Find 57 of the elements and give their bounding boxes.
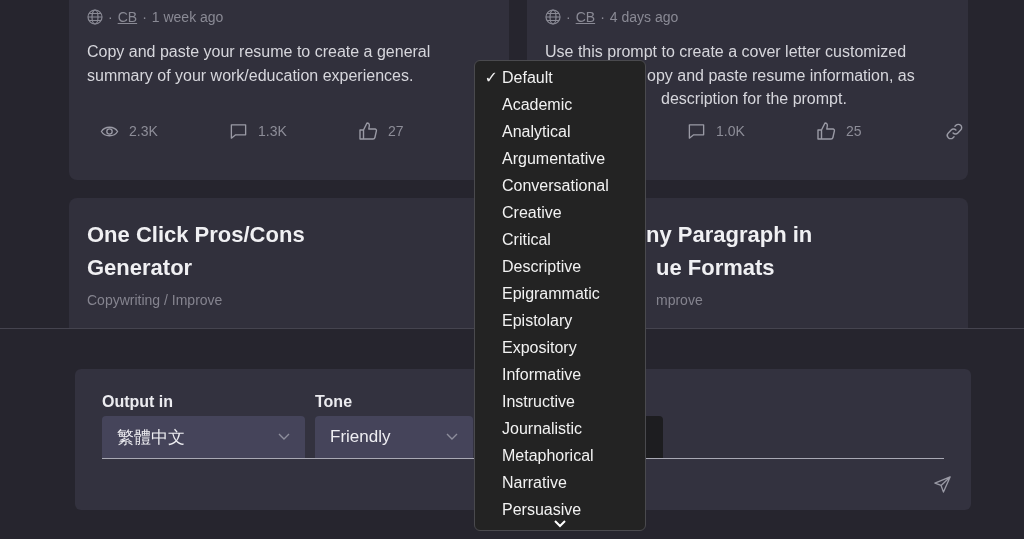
author-link[interactable]: CB xyxy=(117,9,138,25)
category-label: Copywriting / Improve xyxy=(87,292,224,308)
menu-item[interactable]: Epigrammatic xyxy=(475,280,645,307)
description-line: Use this prompt to create a cover letter customized xyxy=(545,42,907,62)
separator: · xyxy=(566,9,571,25)
author-link[interactable]: CB xyxy=(575,9,596,25)
menu-item[interactable]: Persuasive xyxy=(475,496,645,523)
chevron-down-icon[interactable] xyxy=(554,520,566,528)
globe-icon xyxy=(87,9,103,25)
post-time: 1 week ago xyxy=(151,9,224,25)
thumbs-up-icon[interactable] xyxy=(358,121,378,141)
chevron-down-icon xyxy=(446,433,458,441)
globe-icon xyxy=(545,9,561,25)
card-title-line: ny Paragraph in xyxy=(646,221,814,249)
link-icon[interactable] xyxy=(945,121,964,141)
stat-count: 1.3K xyxy=(258,123,287,139)
menu-item[interactable]: Instructive xyxy=(475,388,645,415)
check-mark: ✓ xyxy=(484,69,498,86)
stat-count: 25 xyxy=(846,123,862,139)
menu-item[interactable]: Journalistic xyxy=(475,415,645,442)
stat-count: 2.3K xyxy=(129,123,158,139)
card-title-line: ue Formats xyxy=(656,254,776,282)
description-line: opy and paste resume information, as xyxy=(647,65,915,86)
separator: · xyxy=(108,9,113,25)
comment-icon xyxy=(687,121,706,141)
send-icon[interactable] xyxy=(933,475,952,494)
menu-item[interactable]: Epistolary xyxy=(475,307,645,334)
separator: · xyxy=(142,9,147,25)
comment-icon xyxy=(229,121,248,141)
thumbs-up-icon[interactable] xyxy=(816,121,836,141)
description-line: Copy and paste your resume to create a general xyxy=(87,42,431,62)
menu-item[interactable]: Analytical xyxy=(475,118,645,145)
menu-item[interactable]: Creative xyxy=(475,199,645,226)
menu-item[interactable]: Metaphorical xyxy=(475,442,645,469)
menu-item[interactable]: ✓ Default xyxy=(475,64,645,91)
card-title-line: Generator xyxy=(87,254,194,282)
menu-item[interactable]: Critical xyxy=(475,226,645,253)
category-label: mprove xyxy=(656,292,704,308)
select-field[interactable]: Friendly xyxy=(315,416,473,458)
menu-item[interactable]: Expository xyxy=(475,334,645,361)
description-line: description for the prompt. xyxy=(661,89,847,109)
menu-item[interactable]: Narrative xyxy=(475,469,645,496)
post-time: 4 days ago xyxy=(609,9,679,25)
menu-item[interactable]: Argumentative xyxy=(475,145,645,172)
menu-item[interactable]: Informative xyxy=(475,361,645,388)
stat-count: 27 xyxy=(388,123,404,139)
description-line: summary of your work/education experiences. xyxy=(87,65,414,86)
menu-item[interactable]: Conversational xyxy=(475,172,645,199)
menu-item[interactable]: Descriptive xyxy=(475,253,645,280)
chevron-down-icon xyxy=(278,433,290,441)
menu-item[interactable]: Academic xyxy=(475,91,645,118)
card-title-line: One Click Pros/Cons xyxy=(87,221,306,249)
stat-count: 1.0K xyxy=(716,123,745,139)
separator: · xyxy=(600,9,605,25)
field-label: Output in xyxy=(102,393,175,412)
select-field[interactable]: 繁體中文 xyxy=(102,416,305,458)
field-label: Tone xyxy=(315,393,354,412)
